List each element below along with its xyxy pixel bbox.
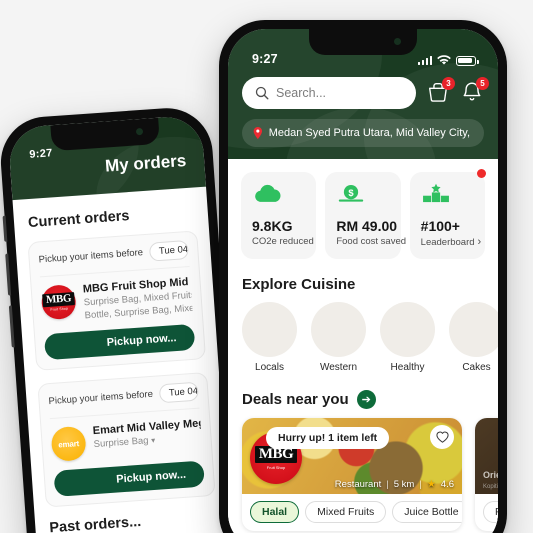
stats-row: 9.8KG CO2e reduced $ RM 49.00 Food cost … <box>228 159 498 263</box>
cuisine-image <box>380 302 435 357</box>
merchant-logo-text: emart <box>57 438 80 450</box>
merchant-logo-mbg: MBG Fruit Shop <box>40 284 77 321</box>
location-text: Medan Syed Putra Utara, Mid Valley City,… <box>268 127 473 139</box>
arrow-right-circle-icon[interactable]: ➔ <box>356 390 376 409</box>
cuisine-label: Locals <box>255 362 284 373</box>
deal-tags: Pastr <box>475 494 498 531</box>
tag-pastry[interactable]: Pastr <box>483 501 498 523</box>
battery-icon <box>456 55 479 66</box>
cloud-icon <box>255 184 281 202</box>
section-title: Explore Cuisine <box>242 276 356 293</box>
notifications-button[interactable]: 5 <box>460 77 489 106</box>
pickup-before-label: Pickup your items before <box>38 247 144 266</box>
deal-card[interactable]: MBG Fruit Shop Hurry up! 1 item left Res… <box>242 418 462 531</box>
search-icon <box>255 86 269 100</box>
separator: | <box>386 479 389 490</box>
deal-rating: 4.6 <box>440 479 454 490</box>
deal-meta: Restaurant | 5 km | ★ 4.6 <box>335 479 454 490</box>
separator: | <box>419 479 422 490</box>
cuisine-image <box>242 302 297 357</box>
urgency-badge: Hurry up! 1 item left <box>266 427 390 449</box>
merchant-logo-text: MBG <box>42 292 75 308</box>
favorite-button[interactable] <box>430 425 454 449</box>
merchant-logo-emart: emart <box>50 425 87 463</box>
tag-mixed-fruits[interactable]: Mixed Fruits <box>305 501 387 523</box>
status-time: 9:27 <box>252 52 278 66</box>
cuisine-list[interactable]: Locals Western Healthy Cakes <box>228 302 498 377</box>
signal-bars-icon <box>417 55 432 65</box>
merchant-logo-subtext: Fruit Shop <box>50 306 69 312</box>
phone-home: 9:27 Search... 3 5 Medan Syed Putra Utar… <box>219 20 507 533</box>
cuisine-item-healthy[interactable]: Healthy <box>380 302 435 373</box>
deal-tags: Halal Mixed Fruits Juice Bottle <box>242 494 462 531</box>
explore-cuisine-header: Explore Cuisine <box>228 263 498 302</box>
deal-card[interactable]: SEDAP MACAM ORIEN KOPI Oriental Kopitiam… <box>475 418 498 531</box>
screenshot-canvas: 9:27 My orders Current orders Pickup you… <box>0 0 533 533</box>
deal-type: Restaurant <box>334 479 382 490</box>
stat-value: 9.8KG <box>252 218 293 234</box>
stat-label: Food cost saved <box>336 236 407 247</box>
podium-icon <box>422 183 449 203</box>
deal-image: SEDAP MACAM ORIEN KOPI Oriental Kopitiam <box>475 418 498 494</box>
deal-merchant-name: Oriental <box>483 470 498 480</box>
order-card[interactable]: Pickup your items before Tue 04 J MBG Fr… <box>27 230 207 371</box>
chevron-right-icon: › <box>477 236 482 248</box>
my-orders-screen: 9:27 My orders Current orders Pickup you… <box>7 114 233 533</box>
cuisine-label: Western <box>319 362 358 373</box>
current-orders-title: Current orders <box>27 208 130 232</box>
cuisine-item-cakes[interactable]: Cakes <box>449 302 498 373</box>
past-orders-title: Past orders... <box>48 514 142 533</box>
money-coin-icon: $ <box>339 184 364 202</box>
my-orders-body: Current orders Pickup your items before … <box>12 187 229 533</box>
search-placeholder: Search... <box>276 86 327 100</box>
chevron-down-icon[interactable]: ▾ <box>151 436 156 447</box>
cuisine-label: Cakes <box>462 362 491 373</box>
merchant-logo-subtext: Fruit Shop <box>266 465 286 470</box>
tag-halal[interactable]: Halal <box>250 501 300 523</box>
pickup-date-pill[interactable]: Tue 04 J <box>148 240 190 262</box>
stat-card-co2[interactable]: 9.8KG CO2e reduced <box>241 172 317 259</box>
stat-card-leaderboard[interactable]: #100+ Leaderboard › <box>409 169 486 259</box>
deal-merchant-sub: Kopitiam <box>483 484 498 490</box>
basket-button[interactable]: 3 <box>426 77 455 106</box>
deal-distance: 5 km <box>393 479 415 490</box>
pickup-date-pill[interactable]: Tue 04 J <box>158 381 199 404</box>
pickup-before-label: Pickup your items before <box>48 388 154 408</box>
cuisine-item-western[interactable]: Western <box>311 302 366 373</box>
location-selector[interactable]: Medan Syed Putra Utara, Mid Valley City,… <box>242 119 484 147</box>
deal-image: MBG Fruit Shop Hurry up! 1 item left Res… <box>242 418 462 494</box>
section-title: Deals near you <box>242 391 349 408</box>
heart-icon <box>435 431 449 443</box>
cuisine-image <box>449 302 498 357</box>
phone-my-orders: 9:27 My orders Current orders Pickup you… <box>0 105 243 533</box>
map-pin-icon <box>253 126 263 140</box>
stat-label: Leaderboard › <box>420 236 482 248</box>
star-icon: ★ <box>426 479 436 490</box>
order-card[interactable]: Pickup your items before Tue 04 J emart … <box>37 372 216 508</box>
notch <box>309 29 417 55</box>
notifications-badge: 5 <box>476 77 489 90</box>
stat-card-savings[interactable]: $ RM 49.00 Food cost saved <box>325 172 407 259</box>
notification-dot <box>476 169 486 178</box>
search-input[interactable]: Search... <box>242 77 416 109</box>
wifi-icon <box>437 55 451 65</box>
deals-list[interactable]: MBG Fruit Shop Hurry up! 1 item left Res… <box>228 418 498 531</box>
cuisine-label: Healthy <box>390 362 425 373</box>
basket-badge: 3 <box>442 77 455 90</box>
deals-header: Deals near you ➔ <box>228 377 498 418</box>
stat-value: RM 49.00 <box>336 218 398 234</box>
cuisine-item-locals[interactable]: Locals <box>242 302 297 373</box>
tag-juice-bottle[interactable]: Juice Bottle <box>392 501 462 523</box>
stat-label: CO2e reduced <box>252 236 314 247</box>
home-screen: 9:27 Search... 3 5 Medan Syed Putra Utar… <box>228 29 498 533</box>
stat-value: #100+ <box>420 218 460 234</box>
svg-text:$: $ <box>349 188 355 198</box>
status-time: 9:27 <box>28 147 53 161</box>
cuisine-image <box>311 302 366 357</box>
home-body: 9.8KG CO2e reduced $ RM 49.00 Food cost … <box>228 159 498 531</box>
